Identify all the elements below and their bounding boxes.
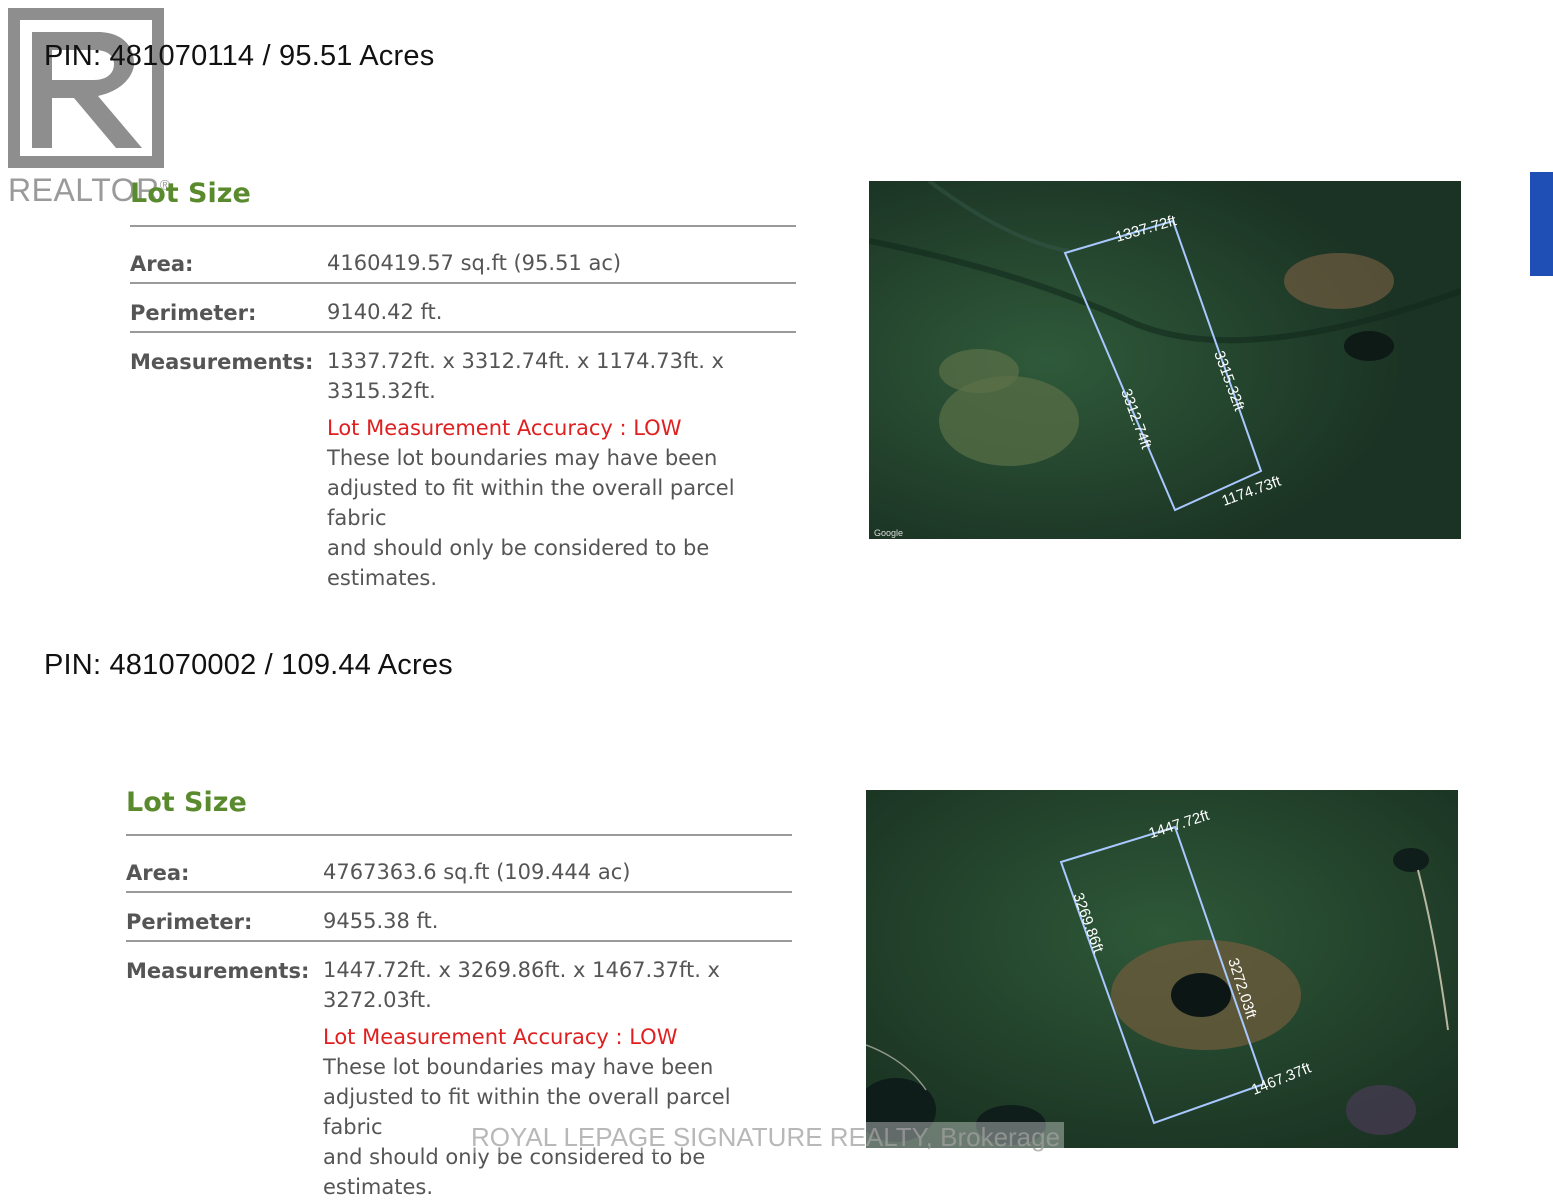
lot-size-title: Lot Size <box>130 178 251 209</box>
edge-accent-bar <box>1530 172 1553 276</box>
divider <box>130 282 796 284</box>
measurements-label: Measurements: <box>130 350 314 374</box>
divider <box>126 891 792 893</box>
perimeter-label: Perimeter: <box>130 301 257 325</box>
area-value: 4767363.6 sq.ft (109.444 ac) <box>323 860 631 884</box>
pin-heading-2: PIN: 481070002 / 109.44 Acres <box>44 649 453 681</box>
perimeter-value: 9140.42 ft. <box>327 300 443 324</box>
accuracy-warning: Lot Measurement Accuracy : LOW <box>323 1025 678 1049</box>
pin-heading-1: PIN: 481070114 / 95.51 Acres <box>44 40 435 72</box>
area-value: 4160419.57 sq.ft (95.51 ac) <box>327 251 622 275</box>
divider <box>126 834 792 836</box>
divider <box>130 225 796 227</box>
area-label: Area: <box>126 861 190 885</box>
lot-size-section-2: Lot Size Area: 4767363.6 sq.ft (109.444 … <box>126 787 794 1199</box>
accuracy-warning: Lot Measurement Accuracy : LOW <box>327 416 682 440</box>
measurements-value: 1447.72ft. x 3269.86ft. x 1467.37ft. x 3… <box>323 955 793 1202</box>
lot-size-section-1: Lot Size Area: 4160419.57 sq.ft (95.51 a… <box>130 178 798 590</box>
measurements-value: 1337.72ft. x 3312.74ft. x 1174.73ft. x 3… <box>327 346 797 593</box>
area-label: Area: <box>130 252 194 276</box>
divider <box>126 940 792 942</box>
measurements-label: Measurements: <box>126 959 310 983</box>
aerial-map-1: 1337.72ft 3315.32ft 3312.74ft 1174.73ft … <box>869 181 1461 539</box>
brokerage-watermark: ROYAL LEPAGE SIGNATURE REALTY, Brokerage <box>467 1122 1065 1153</box>
divider <box>130 331 796 333</box>
aerial-map-2: 1447.72ft 3269.86ft 3272.03ft 1467.37ft <box>866 790 1458 1148</box>
perimeter-value: 9455.38 ft. <box>323 909 439 933</box>
lot-size-title: Lot Size <box>126 787 247 818</box>
accuracy-note: These lot boundaries may have been adjus… <box>327 446 735 590</box>
map-credit: Google <box>874 528 903 538</box>
perimeter-label: Perimeter: <box>126 910 253 934</box>
